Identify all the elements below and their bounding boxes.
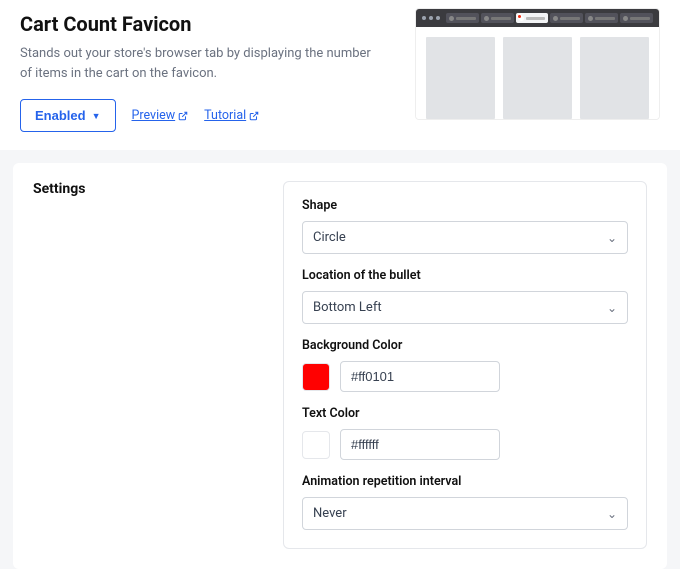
browser-tab (620, 13, 653, 23)
browser-tab-active (516, 13, 549, 23)
external-link-icon (178, 111, 188, 121)
dot-icon (436, 16, 440, 20)
browser-tab (550, 13, 583, 23)
bg-color-swatch[interactable] (302, 363, 330, 391)
preview-page (416, 27, 659, 119)
settings-card: Settings Shape Circle ⌄ Location of the … (13, 163, 667, 569)
placeholder-block (503, 37, 572, 119)
window-dots (422, 16, 440, 20)
field-shape: Shape Circle ⌄ (302, 198, 628, 254)
chevron-down-icon: ⌄ (607, 301, 617, 315)
preview-link[interactable]: Preview (132, 108, 189, 123)
interval-select[interactable]: Never ⌄ (302, 497, 628, 530)
field-text-color: Text Color (302, 406, 628, 460)
preview-link-label: Preview (132, 108, 176, 123)
page-title: Cart Count Favicon (20, 12, 395, 36)
favicon-icon (553, 16, 558, 21)
bg-color-input[interactable] (340, 361, 500, 392)
browser-tab (585, 13, 618, 23)
placeholder-block (426, 37, 495, 119)
shape-label: Shape (302, 198, 628, 213)
settings-body: Shape Circle ⌄ Location of the bullet Bo… (283, 181, 647, 549)
browser-tab (481, 13, 514, 23)
location-value: Bottom Left (313, 300, 382, 315)
tutorial-link[interactable]: Tutorial (204, 108, 259, 123)
text-color-row (302, 429, 628, 460)
field-bg-color: Background Color (302, 338, 628, 392)
text-color-input[interactable] (340, 429, 500, 460)
chevron-down-icon: ⌄ (607, 231, 617, 245)
bg-color-label: Background Color (302, 338, 628, 353)
tutorial-link-label: Tutorial (204, 108, 246, 123)
shape-select[interactable]: Circle ⌄ (302, 221, 628, 254)
enabled-label: Enabled (35, 108, 86, 123)
dot-icon (422, 16, 426, 20)
caret-down-icon: ▼ (92, 111, 101, 121)
browser-tab (446, 13, 479, 23)
text-color-label: Text Color (302, 406, 628, 421)
placeholder-block (580, 37, 649, 119)
favicon-icon (484, 16, 489, 21)
chevron-down-icon: ⌄ (607, 507, 617, 521)
text-color-swatch[interactable] (302, 431, 330, 459)
shape-value: Circle (313, 230, 346, 245)
favicon-icon (519, 16, 524, 21)
browser-chrome (416, 9, 659, 27)
enabled-dropdown[interactable]: Enabled ▼ (20, 99, 116, 132)
interval-label: Animation repetition interval (302, 474, 628, 489)
location-label: Location of the bullet (302, 268, 628, 283)
bg-color-row (302, 361, 628, 392)
favicon-icon (623, 16, 628, 21)
cart-badge-icon (517, 14, 522, 19)
location-select[interactable]: Bottom Left ⌄ (302, 291, 628, 324)
interval-value: Never (313, 506, 347, 521)
header-left: Cart Count Favicon Stands out your store… (20, 8, 395, 132)
favicon-icon (588, 16, 593, 21)
field-interval: Animation repetition interval Never ⌄ (302, 474, 628, 530)
favicon-icon (449, 16, 454, 21)
settings-heading: Settings (33, 181, 253, 549)
field-location: Location of the bullet Bottom Left ⌄ (302, 268, 628, 324)
browser-preview (415, 8, 660, 120)
external-link-icon (249, 111, 259, 121)
header-card: Cart Count Favicon Stands out your store… (0, 0, 680, 150)
page-description: Stands out your store's browser tab by d… (20, 44, 380, 83)
dot-icon (429, 16, 433, 20)
header-actions: Enabled ▼ Preview Tutorial (20, 99, 395, 132)
